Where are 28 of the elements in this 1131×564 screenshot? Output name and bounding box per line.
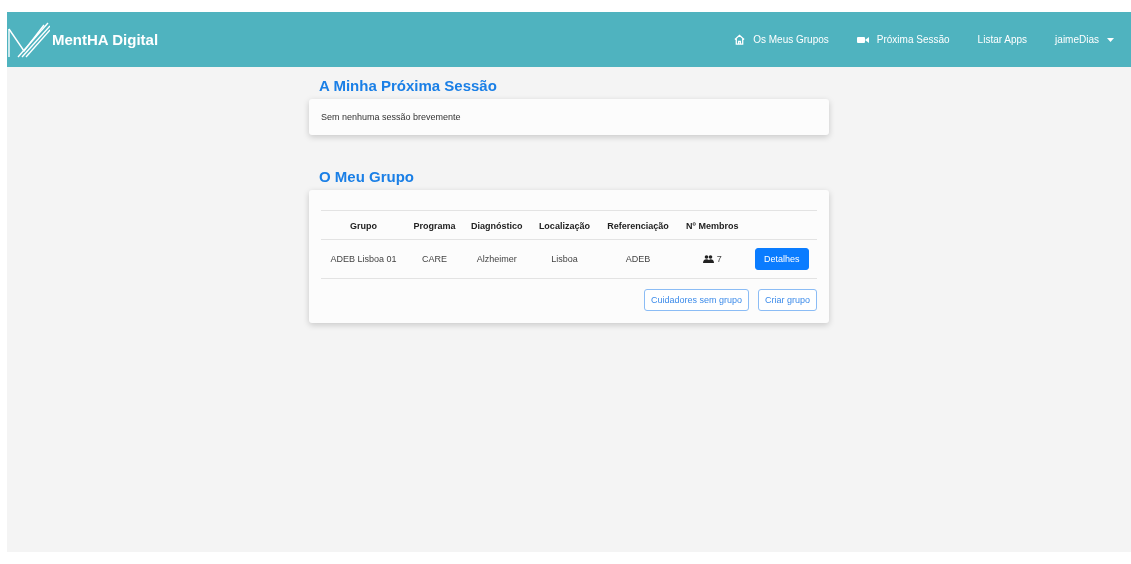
table-cell: CARE <box>421 254 447 264</box>
nav-link[interactable]: Listar Apps <box>977 34 1028 45</box>
member-count: 7 <box>716 253 722 264</box>
table-cell: Alzheimer <box>476 254 517 264</box>
caret-icon <box>1107 37 1114 42</box>
action-button[interactable]: Cuidadores sem grupo <box>643 289 749 311</box>
column-header: Grupo <box>350 221 378 231</box>
nav-link[interactable]: jaimeDias <box>1055 34 1114 45</box>
section-title: A Minha Próxima Sessão <box>319 77 498 94</box>
video-camera-icon <box>856 35 869 44</box>
details-button[interactable]: Detalhes <box>755 248 809 270</box>
users-icon <box>702 254 714 263</box>
column-header: Referenciação <box>607 221 669 231</box>
table-cell: Lisboa <box>551 254 578 264</box>
logo-icon <box>8 20 50 59</box>
empty-message: Sem nenhuma sessão brevemente <box>321 112 461 122</box>
column-header: Programa <box>413 221 456 231</box>
column-header: Nº Membros <box>686 221 739 231</box>
nav-link[interactable]: Os Meus Grupos <box>734 34 829 45</box>
section-title: O Meu Grupo <box>319 168 415 185</box>
brand-name[interactable]: MentHA Digital <box>52 31 159 48</box>
table-cell: ADEB Lisboa 01 <box>330 254 397 264</box>
nav-link[interactable]: Próxima Sessão <box>856 34 950 45</box>
column-header: Localização <box>538 221 590 231</box>
home-icon <box>734 34 746 45</box>
table-cell: ADEB <box>625 254 651 264</box>
action-button[interactable]: Criar grupo <box>757 289 817 311</box>
column-header: Diagnóstico <box>471 221 523 231</box>
